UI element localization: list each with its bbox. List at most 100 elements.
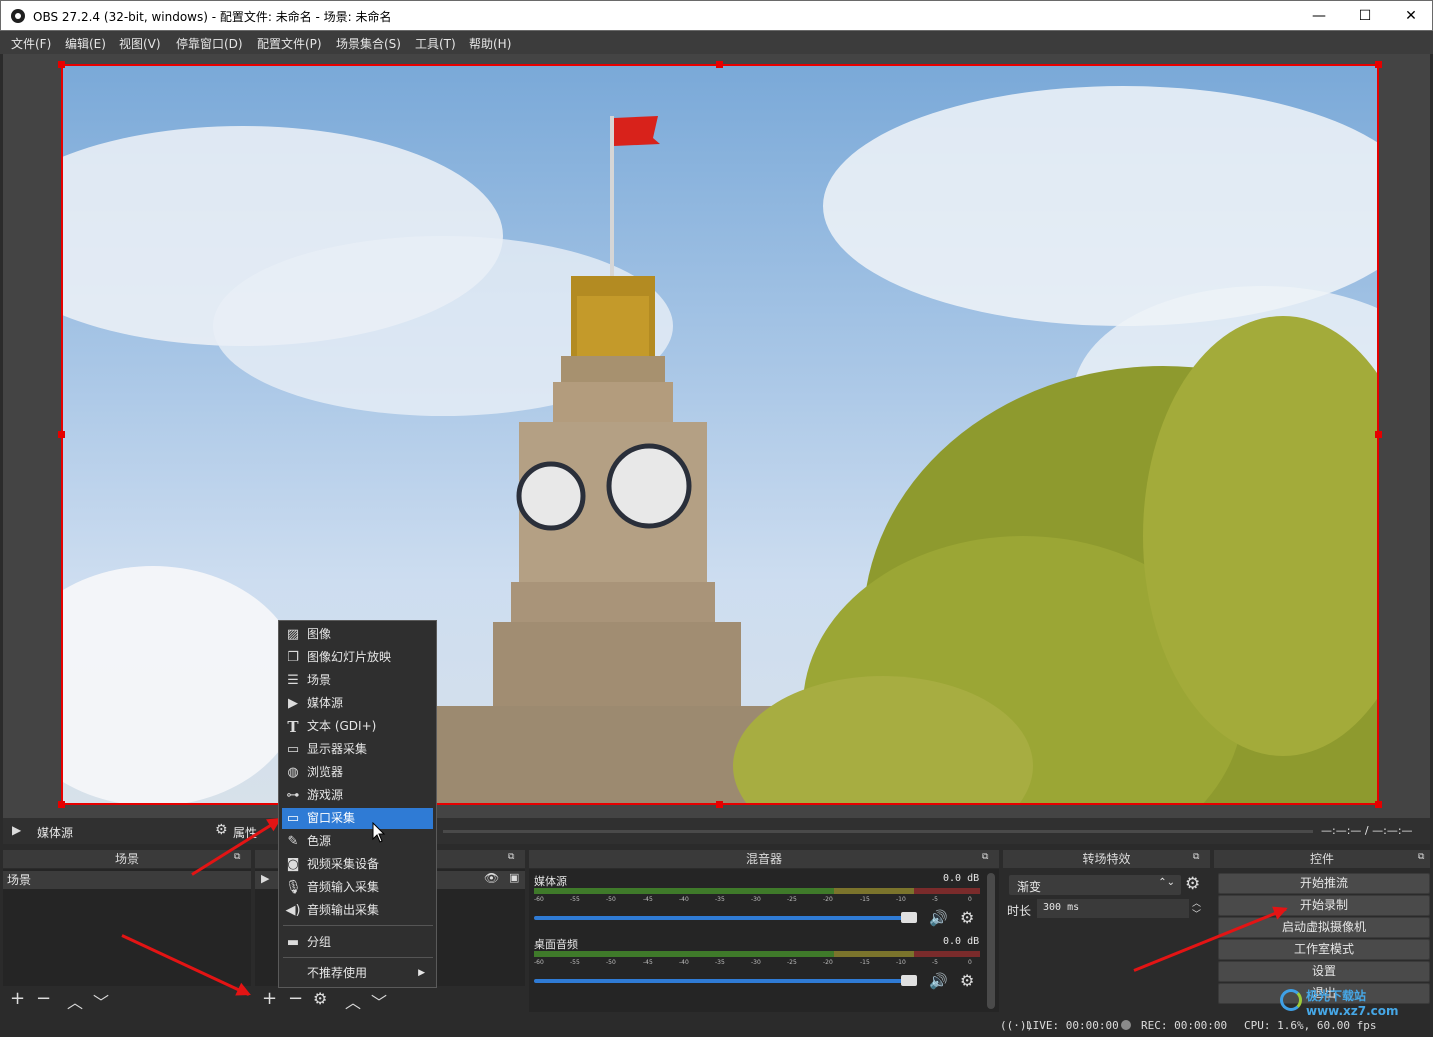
menu-tools[interactable]: 工具(T) (415, 35, 456, 52)
monitor-icon: ▭ (286, 742, 300, 757)
menu-item-slideshow[interactable]: ❐ 图像幻灯片放映 (282, 647, 433, 668)
undock-icon[interactable]: ⧉ (508, 852, 514, 862)
duration-input[interactable]: 300 ms (1037, 899, 1189, 918)
gear-icon[interactable]: ⚙ (1185, 874, 1200, 894)
studio-mode-button[interactable]: 工作室模式 (1218, 939, 1430, 960)
menu-edit[interactable]: 编辑(E) (65, 35, 106, 52)
transform-handle[interactable] (1375, 801, 1382, 808)
transform-handle[interactable] (716, 801, 723, 808)
settings-button[interactable]: 设置 (1218, 961, 1430, 982)
remove-source-icon[interactable]: − (288, 988, 303, 1009)
speaker-icon[interactable]: 🔊 (929, 909, 948, 927)
controls-dock-title: 控件 (1214, 850, 1430, 868)
move-down-icon[interactable]: ﹀ (93, 989, 109, 1013)
menu-item-audio-input[interactable]: 🎙 音频输入采集 (282, 877, 433, 898)
menu-item-game-capture[interactable]: ⊶ 游戏源 (282, 785, 433, 806)
transform-handle[interactable] (1375, 61, 1382, 68)
volume-meter-yellow (834, 888, 914, 894)
close-button[interactable]: ✕ (1388, 1, 1433, 31)
remove-scene-icon[interactable]: − (36, 988, 51, 1009)
text-icon: T (287, 718, 299, 736)
spin-down-icon[interactable]: ﹀ (1192, 907, 1201, 920)
volume-scale: -60 -55 -50 -45 -40 -35 -30 -25 -20 -15 -10 -5 0 (534, 959, 980, 969)
undock-icon[interactable]: ⧉ (982, 852, 988, 862)
menu-help[interactable]: 帮助(H) (469, 35, 511, 52)
play-icon[interactable]: ▶ (12, 823, 21, 837)
scale-tick-label: -5 (932, 959, 938, 966)
volume-meter-red (914, 951, 980, 957)
sources-toolbar: + − ⚙ ︿ ﹀ (255, 986, 525, 1012)
start-virtual-camera-button[interactable]: 启动虚拟摄像机 (1218, 917, 1430, 938)
volume-slider-handle[interactable] (901, 975, 917, 986)
lock-icon[interactable]: ▣ (509, 871, 519, 884)
preview-source-image[interactable] (61, 64, 1379, 805)
transform-handle[interactable] (58, 431, 65, 438)
mixer-scrollbar[interactable] (987, 873, 995, 1009)
menu-scene-collection[interactable]: 场景集合(S) (336, 35, 401, 52)
gear-icon[interactable]: ⚙ (960, 908, 974, 927)
scale-tick-label: -60 (534, 896, 544, 903)
menu-item-display-capture[interactable]: ▭ 显示器采集 (282, 739, 433, 760)
transform-handle[interactable] (1375, 431, 1382, 438)
volume-meter-green (534, 888, 834, 894)
menu-item-group[interactable]: ▬ 分组 (282, 932, 433, 953)
submenu-arrow-icon: ▶ (418, 968, 425, 978)
menu-item-scene[interactable]: ☰ 场景 (282, 670, 433, 691)
start-recording-button[interactable]: 开始录制 (1218, 895, 1430, 916)
move-up-icon[interactable]: ︿ (67, 989, 83, 1013)
menu-docks[interactable]: 停靠窗口(D) (176, 35, 243, 52)
volume-slider[interactable] (534, 979, 911, 983)
microphone-icon: 🎙 (285, 880, 302, 895)
menu-item-browser[interactable]: ◍ 浏览器 (282, 762, 433, 783)
speaker-icon: ◀) (285, 903, 301, 918)
transform-handle[interactable] (58, 801, 65, 808)
play-icon: ▶ (288, 696, 298, 711)
scale-tick-label: -55 (570, 896, 580, 903)
menu-profile[interactable]: 配置文件(P) (257, 35, 322, 52)
menu-item-image[interactable]: ▨ 图像 (282, 624, 433, 645)
menu-item-video-capture[interactable]: ◙ 视频采集设备 (282, 854, 433, 875)
start-streaming-button[interactable]: 开始推流 (1218, 873, 1430, 894)
scene-item[interactable]: 场景 (3, 871, 251, 889)
undock-icon[interactable]: ⧉ (1193, 852, 1199, 862)
brush-icon: ✎ (287, 834, 299, 849)
move-down-icon[interactable]: ﹀ (371, 989, 387, 1013)
menu-item-text[interactable]: T 文本 (GDI+) (282, 716, 433, 737)
transitions-panel: 渐变 ⌃⌄ ⚙ 时长 300 ms ︿ ﹀ (1003, 869, 1210, 1012)
menu-item-audio-output[interactable]: ◀) 音频输出采集 (282, 900, 433, 921)
add-source-context-menu: ▨ 图像 ❐ 图像幻灯片放映 ☰ 场景 ▶ 媒体源 T 文本 (GDI+) ▭ 显示器采集 … (278, 620, 437, 988)
updown-icon: ⌃⌄ (1158, 877, 1175, 888)
menu-file[interactable]: 文件(F) (11, 35, 51, 52)
scale-tick-label: -15 (860, 959, 870, 966)
gear-icon[interactable]: ⚙ (960, 971, 974, 990)
gear-icon[interactable]: ⚙ (313, 989, 327, 1008)
transform-handle[interactable] (716, 61, 723, 68)
menu-item-window-capture[interactable]: ▭ 窗口采集 (282, 808, 433, 829)
scenes-list[interactable]: 场景 (3, 869, 251, 986)
watermark: 极光下载站 www.xz7.com (1280, 986, 1430, 1018)
menu-view[interactable]: 视图(V) (119, 35, 161, 52)
transform-handle[interactable] (58, 61, 65, 68)
camera-icon: ◙ (286, 857, 300, 872)
move-up-icon[interactable]: ︿ (345, 989, 361, 1013)
maximize-button[interactable]: ☐ (1342, 1, 1388, 31)
eye-icon[interactable]: 👁 (484, 871, 499, 885)
image-icon: ▨ (286, 627, 300, 642)
add-source-icon[interactable]: + (262, 988, 277, 1009)
menu-item-color-source[interactable]: ✎ 色源 (282, 831, 433, 852)
menu-item-media-source[interactable]: ▶ 媒体源 (282, 693, 433, 714)
menu-item-deprecated[interactable]: 不推荐使用 ▶ (282, 963, 433, 984)
menu-divider (283, 925, 433, 926)
title-bar: OBS 27.2.4 (32-bit, windows) - 配置文件: 未命名… (0, 0, 1433, 31)
status-bar: ((·)) LIVE: 00:00:00 REC: 00:00:00 CPU: … (0, 1015, 1433, 1037)
media-seek-bar[interactable] (443, 830, 1313, 833)
transition-select[interactable]: 渐变 ⌃⌄ (1009, 875, 1181, 895)
undock-icon[interactable]: ⧉ (1418, 852, 1424, 862)
speaker-icon[interactable]: 🔊 (929, 972, 948, 990)
add-scene-icon[interactable]: + (10, 988, 25, 1009)
minimize-button[interactable]: — (1296, 1, 1342, 31)
volume-slider[interactable] (534, 916, 911, 920)
volume-slider-handle[interactable] (901, 912, 917, 923)
undock-icon[interactable]: ⧉ (234, 852, 240, 862)
gear-icon[interactable]: ⚙ (215, 822, 228, 838)
